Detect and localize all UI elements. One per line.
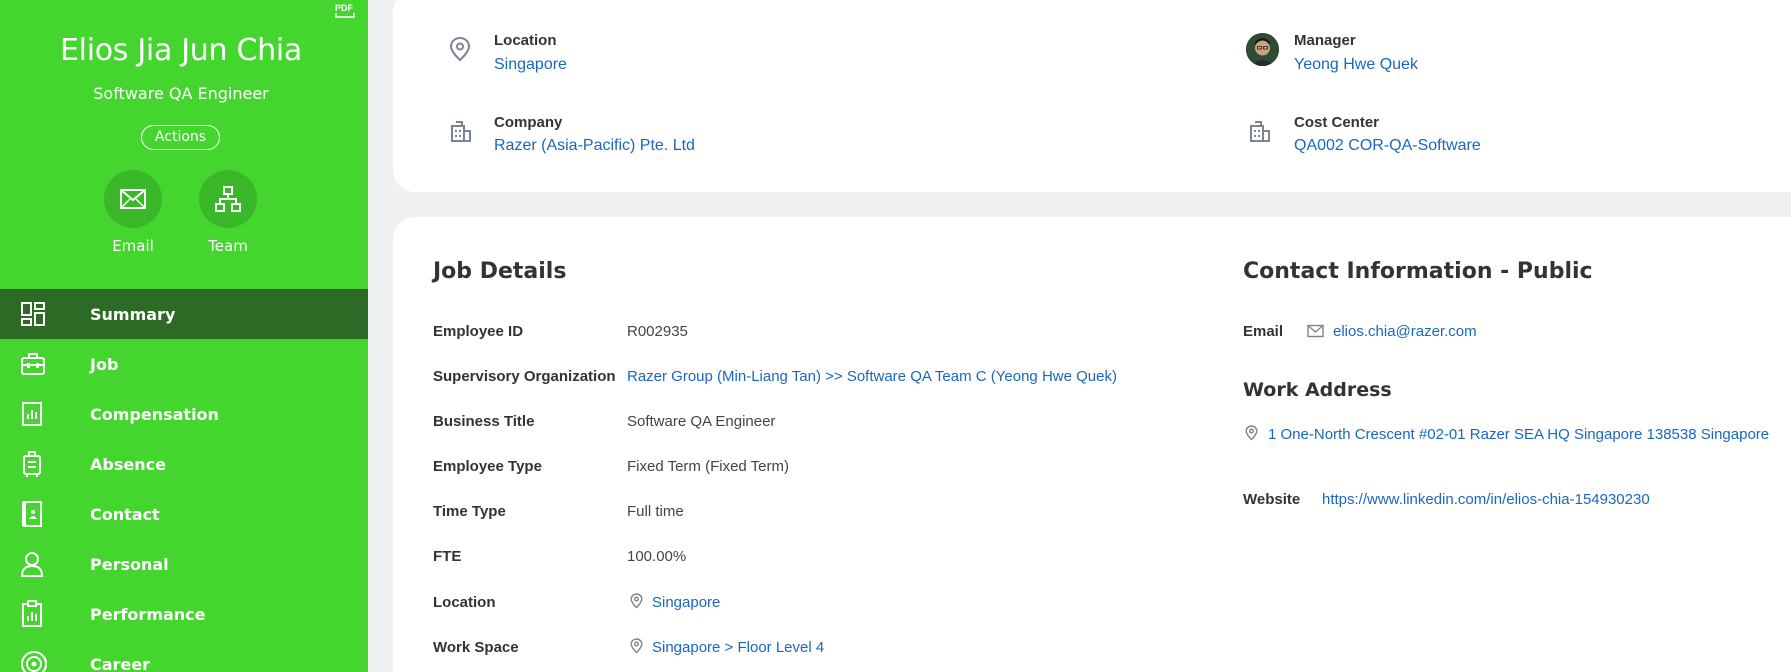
envelope-icon: [120, 189, 146, 209]
fte-label: FTE: [433, 548, 462, 565]
cost-center-link[interactable]: QA002 COR-QA-Software: [1294, 137, 1481, 155]
nav-item-contact[interactable]: Contact: [0, 489, 368, 539]
worker-title: Software QA Engineer: [93, 84, 269, 103]
job-location-link[interactable]: Singapore: [652, 594, 720, 611]
business-title-value: Software QA Engineer: [627, 413, 776, 430]
contact-info-title: Contact Information - Public: [1243, 259, 1593, 284]
employee-type-value: Fixed Term (Fixed Term): [627, 458, 789, 475]
team-quick-button[interactable]: Team: [188, 170, 268, 255]
org-chart-icon: [215, 186, 241, 212]
manager-link[interactable]: Yeong Hwe Quek: [1294, 56, 1418, 74]
summary-card: Location Singapore Company Razer (Asia-P…: [393, 0, 1791, 192]
nav-label-job: Job: [90, 354, 119, 374]
work-address-link[interactable]: 1 One-North Crescent #02-01 Razer SEA HQ…: [1268, 426, 1769, 443]
team-circle[interactable]: [199, 170, 257, 228]
email-circle[interactable]: [104, 170, 162, 228]
pdf-label: PDF: [335, 3, 354, 13]
supervisory-org-link[interactable]: Razer Group (Min-Liang Tan) >> Software …: [627, 368, 1117, 385]
nav-item-job[interactable]: Job: [0, 339, 368, 389]
nav-item-career[interactable]: Career: [0, 639, 368, 672]
briefcase-icon: [20, 352, 60, 376]
work-space-link[interactable]: Singapore > Floor Level 4: [652, 639, 824, 656]
contact-email-link[interactable]: elios.chia@razer.com: [1333, 323, 1477, 340]
nav-item-absence[interactable]: Absence: [0, 439, 368, 489]
worker-sidebar: PDF Elios Jia Jun Chia Software QA Engin…: [0, 0, 368, 672]
target-icon: [20, 650, 60, 672]
nav-item-summary[interactable]: Summary: [0, 289, 368, 339]
nav-label-summary: Summary: [90, 304, 176, 324]
cost-center-building-icon: [1250, 121, 1270, 142]
email-quick-label: Email: [112, 237, 154, 255]
work-space-label: Work Space: [433, 639, 519, 656]
time-type-value: Full time: [627, 503, 684, 520]
person-icon: [20, 551, 60, 577]
envelope-icon: [1307, 324, 1324, 338]
location-pin-icon: [1245, 425, 1258, 441]
pdf-export-icon[interactable]: PDF: [334, 1, 356, 19]
employee-id-label: Employee ID: [433, 323, 524, 340]
location-pin-icon: [449, 36, 471, 62]
contact-email-label: Email: [1243, 323, 1284, 340]
work-address-title: Work Address: [1243, 379, 1392, 401]
nav-item-compensation[interactable]: Compensation: [0, 389, 368, 439]
manager-label: Manager: [1294, 32, 1356, 49]
nav-item-personal[interactable]: Personal: [0, 539, 368, 589]
manager-avatar[interactable]: [1246, 33, 1279, 66]
job-location-label: Location: [433, 594, 496, 611]
location-pin-icon: [630, 638, 643, 654]
time-type-label: Time Type: [433, 503, 506, 520]
cost-center-label: Cost Center: [1294, 114, 1380, 131]
website-link[interactable]: https://www.linkedin.com/in/elios-chia-1…: [1322, 491, 1650, 508]
employee-id-value: R002935: [627, 323, 688, 340]
location-link[interactable]: Singapore: [494, 56, 567, 74]
nav-label-career: Career: [90, 654, 151, 672]
job-details-title: Job Details: [433, 259, 567, 284]
dashboard-icon: [20, 301, 60, 327]
nav-item-performance[interactable]: Performance: [0, 589, 368, 639]
actions-button[interactable]: Actions: [141, 125, 220, 150]
nav-label-absence: Absence: [90, 454, 166, 474]
nav-label-performance: Performance: [90, 604, 206, 624]
worker-name: Elios Jia Jun Chia: [60, 33, 302, 68]
nav-label-compensation: Compensation: [90, 404, 219, 424]
details-card: Job Details Employee ID R002935 Supervis…: [393, 217, 1791, 672]
company-label: Company: [494, 114, 563, 131]
location-pin-icon: [630, 593, 643, 609]
business-title-label: Business Title: [433, 413, 535, 430]
supervisory-org-label: Supervisory Organization: [433, 368, 616, 385]
manager-photo: [1246, 33, 1279, 66]
clipboard-chart-icon: [20, 600, 60, 628]
company-link[interactable]: Razer (Asia-Pacific) Pte. Ltd: [494, 137, 695, 155]
nav-label-personal: Personal: [90, 554, 169, 574]
building-icon: [451, 121, 471, 142]
employee-type-label: Employee Type: [433, 458, 542, 475]
email-quick-button[interactable]: Email: [93, 170, 173, 255]
location-label: Location: [494, 32, 557, 49]
luggage-icon: [20, 450, 60, 478]
fte-value: 100.00%: [627, 548, 687, 565]
worker-nav: Summary Job Compensation Absence Contact: [0, 289, 368, 672]
chart-icon: [20, 401, 60, 427]
nav-label-contact: Contact: [90, 504, 160, 524]
team-quick-label: Team: [208, 237, 248, 255]
contact-book-icon: [20, 500, 60, 528]
website-label: Website: [1243, 491, 1301, 508]
